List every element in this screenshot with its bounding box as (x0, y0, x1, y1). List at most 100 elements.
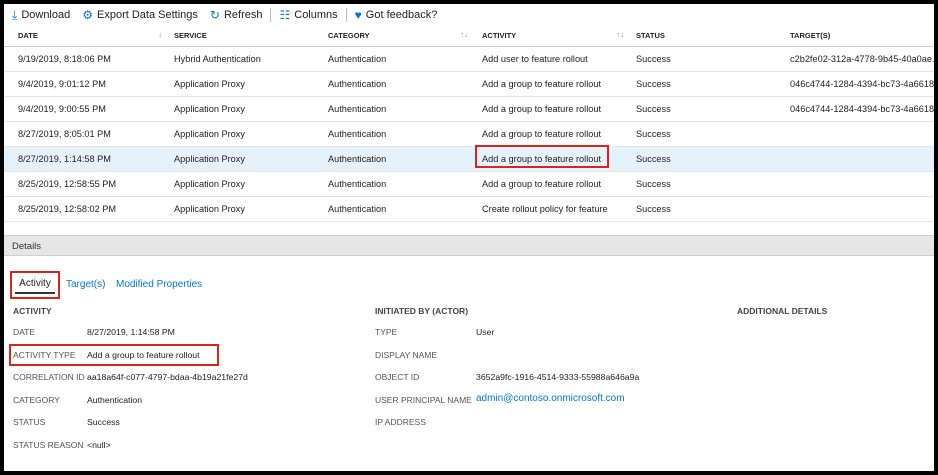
cell-targets: 046c4744-1284-4394-bc73-4a6618... (790, 104, 934, 114)
cell-category: Authentication (328, 204, 387, 214)
column-header-date[interactable]: DATE (18, 26, 168, 46)
field-value: <null> (87, 439, 111, 450)
cell-activity: Add a group to feature rollout (482, 104, 602, 114)
details-bar: Details (4, 235, 934, 256)
cell-activity: Add a group to feature rollout (482, 79, 602, 89)
table-row[interactable]: 8/27/2019, 1:14:58 PM Application Proxy Au… (4, 147, 934, 172)
highlight-box-activity (475, 145, 609, 168)
cell-category: Authentication (328, 104, 387, 114)
cell-targets (790, 197, 934, 221)
columns-icon: ☷ (279, 8, 291, 22)
export-data-settings-button[interactable]: ⚙ Export Data Settings (76, 4, 204, 26)
cell-activity: Create rollout policy for feature (482, 204, 608, 214)
columns-button[interactable]: ☷ Columns (273, 4, 343, 26)
field-label: TYPE (375, 327, 398, 337)
field-value: User (476, 327, 495, 337)
column-header-activity[interactable]: ACTIVITY (482, 26, 632, 46)
column-header-service[interactable]: SERVICE (174, 26, 324, 46)
table-row[interactable]: 9/4/2019, 9:01:12 PM Application Proxy Aut… (4, 72, 934, 97)
table-row[interactable]: 9/4/2019, 9:00:55 PM Application Proxy Aut… (4, 97, 934, 122)
refresh-button[interactable]: ↻ Refresh (204, 4, 269, 26)
cell-activity: Add a group to feature rollout (482, 129, 602, 139)
cell-category: Authentication (328, 54, 387, 64)
cell-targets (790, 147, 934, 171)
cell-date: 9/4/2019, 9:00:55 PM (18, 104, 106, 114)
table-row[interactable]: 8/25/2019, 12:58:55 PM Application Proxy A… (4, 172, 934, 197)
cell-service: Application Proxy (174, 179, 245, 189)
cell-status: Success (636, 79, 671, 89)
cell-activity: Add user to feature rollout (482, 54, 588, 64)
cell-date: 8/25/2019, 12:58:55 PM (18, 179, 117, 189)
cell-service: Application Proxy (174, 79, 245, 89)
field-label: STATUS REASON (13, 439, 84, 450)
column-header-targets[interactable]: TARGET(S) (790, 26, 934, 46)
cell-service: Application Proxy (174, 129, 245, 139)
field-label: USER PRINCIPAL NAME (375, 394, 472, 405)
tab-modified-properties[interactable]: Modified Properties (116, 275, 202, 295)
cell-targets (790, 172, 934, 196)
field-label: DATE (13, 327, 36, 337)
field-label: IP ADDRESS (375, 417, 426, 427)
cell-status: Success (636, 204, 671, 214)
field-label: CATEGORY (13, 394, 60, 405)
table-row[interactable]: 8/27/2019, 8:05:01 PM Application Proxy Au… (4, 122, 934, 147)
audit-log-window: ⤓ Download ⚙ Export Data Settings ↻ Refr… (4, 4, 934, 471)
cell-category: Authentication (328, 79, 387, 89)
cell-status: Success (636, 104, 671, 114)
field-label: OBJECT ID (375, 372, 420, 382)
download-icon: ⤓ (12, 7, 18, 22)
activity-section-title: ACTIVITY (13, 306, 52, 316)
field-value[interactable]: admin@contoso.onmicrosoft.com (476, 393, 625, 404)
field-value: Success (87, 417, 120, 427)
field-value: 3652a9fc-1916-4514-9333-55988a646a9a (476, 372, 640, 382)
column-header-category[interactable]: CATEGORY (328, 26, 478, 46)
cell-date: 8/27/2019, 8:05:01 PM (18, 129, 111, 139)
tab-targets[interactable]: Target(s) (66, 275, 105, 295)
cell-date: 8/27/2019, 1:14:58 PM (18, 154, 111, 164)
field-value: 8/27/2019, 1:14:58 PM (87, 327, 175, 337)
tab-activity[interactable]: Activity (10, 271, 60, 299)
cell-category: Authentication (328, 179, 387, 189)
field-label: CORRELATION ID (13, 372, 85, 382)
field-label: STATUS (13, 417, 46, 427)
field-value: Authentication (87, 394, 143, 405)
heart-icon: ♥ (354, 8, 362, 22)
cell-service: Hybrid Authentication (174, 54, 261, 64)
cell-date: 9/4/2019, 9:01:12 PM (18, 79, 106, 89)
cell-date: 9/19/2019, 8:18:06 PM (18, 54, 111, 64)
initiated-section-title: INITIATED BY (ACTOR) (375, 306, 469, 316)
refresh-icon: ↻ (209, 8, 220, 22)
download-button[interactable]: ⤓ Download (4, 4, 76, 26)
cell-service: Application Proxy (174, 204, 245, 214)
toolbar: ⤓ Download ⚙ Export Data Settings ↻ Refr… (4, 4, 934, 26)
table-row[interactable]: 8/25/2019, 12:58:02 PM Application Proxy A… (4, 197, 934, 222)
cell-category: Authentication (328, 129, 387, 139)
field-label: DISPLAY NAME (375, 349, 438, 360)
sort-icon[interactable]: ↑↓ (616, 26, 624, 44)
toolbar-divider (270, 8, 272, 22)
highlight-box-activity-type (9, 344, 219, 366)
column-header-status[interactable]: STATUS (636, 26, 786, 46)
cell-targets: 046c4744-1284-4394-bc73-4a6618... (790, 79, 934, 89)
cell-status: Success (636, 154, 671, 164)
table-row[interactable]: 9/19/2019, 8:18:06 PM Hybrid Authenticati… (4, 47, 934, 72)
cell-status: Success (636, 129, 671, 139)
cell-activity: Add a group to feature rollout (482, 179, 602, 189)
cell-category: Authentication (328, 154, 387, 164)
cell-service: Application Proxy (174, 104, 245, 114)
details-tabs: Activity Target(s) Modified Properties (4, 266, 934, 300)
table-body: 9/19/2019, 8:18:06 PM Hybrid Authenticati… (4, 47, 934, 222)
cell-targets: c2b2fe02-312a-4778-9b45-40a0ae... (790, 54, 934, 64)
cell-status: Success (636, 179, 671, 189)
cell-service: Application Proxy (174, 154, 245, 164)
toolbar-divider (345, 8, 347, 22)
audit-log-table: DATE ↓ SERVICE CATEGORY ↑↓ ACTIVITY ↑↓ S… (4, 26, 934, 222)
table-header: DATE ↓ SERVICE CATEGORY ↑↓ ACTIVITY ↑↓ S… (4, 26, 934, 47)
cell-targets (790, 122, 934, 146)
cell-status: Success (636, 54, 671, 64)
field-value: aa18a64f-c077-4797-bdaa-4b19a21fe27d (87, 372, 248, 382)
sort-icon[interactable]: ↑↓ (460, 26, 468, 44)
sort-desc-icon[interactable]: ↓ (158, 26, 162, 44)
feedback-button[interactable]: ♥ Got feedback? (349, 4, 444, 26)
cell-date: 8/25/2019, 12:58:02 PM (18, 204, 117, 214)
